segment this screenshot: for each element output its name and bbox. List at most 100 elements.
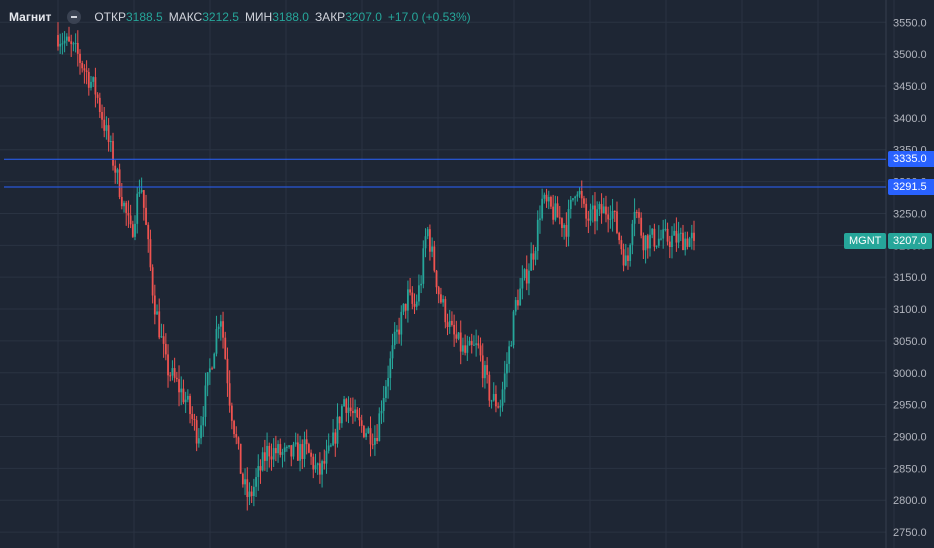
candle-body: [200, 425, 202, 439]
candle-body: [437, 287, 440, 295]
candle-body: [248, 491, 251, 498]
candle-body: [585, 203, 588, 219]
candle-body: [193, 418, 196, 421]
candle-body: [488, 374, 491, 401]
candle-body: [354, 409, 356, 414]
candle-body: [274, 448, 277, 454]
candle-body: [180, 388, 183, 393]
candle-body: [120, 196, 123, 207]
candle-body: [222, 321, 224, 338]
candle-body: [547, 197, 550, 202]
candle-body: [611, 211, 614, 219]
candle-body: [583, 198, 585, 204]
price-tick-label: 2800.0: [893, 495, 927, 507]
candle-body: [63, 40, 66, 44]
candle-body: [651, 228, 654, 235]
candle-body: [424, 236, 427, 249]
horizontal-line-price-label[interactable]: 3291.5: [888, 179, 934, 196]
candle-body: [572, 198, 574, 200]
candle-body: [690, 232, 693, 239]
candle-body: [171, 368, 174, 376]
candle-body: [455, 334, 458, 339]
candle-body: [506, 363, 508, 374]
candle-body: [655, 245, 658, 247]
candle-body: [98, 97, 101, 112]
candle-body: [116, 169, 119, 173]
collapse-legend-button[interactable]: [67, 10, 82, 24]
candle-body: [530, 253, 533, 271]
candle-body: [369, 428, 372, 445]
candle-body: [512, 311, 515, 346]
candle-body: [296, 442, 299, 461]
candle-body: [668, 241, 671, 248]
candle-body: [638, 212, 640, 218]
candle-body: [57, 35, 59, 47]
candle-body: [409, 289, 412, 293]
horizontal-line-price-label[interactable]: 3335.0: [888, 151, 934, 168]
price-tick-label: 3550.0: [893, 17, 927, 29]
candle-body: [307, 444, 310, 453]
candle-body: [140, 190, 143, 192]
candle-body: [508, 346, 511, 364]
candle-body: [616, 211, 618, 233]
candle-body: [162, 336, 165, 344]
candle-body: [288, 445, 290, 447]
candle-body: [301, 444, 304, 460]
candle-body: [624, 255, 627, 266]
candle-body: [431, 246, 434, 252]
candle-body: [327, 445, 330, 451]
candle-body: [362, 425, 365, 438]
price-chart[interactable]: 3550.03500.03450.03400.03350.03300.03250…: [0, 0, 934, 548]
candle-body: [349, 407, 352, 412]
candle-body: [468, 341, 471, 346]
candle-body: [543, 194, 546, 199]
candle-body: [305, 439, 308, 445]
candle-body: [246, 479, 249, 498]
candle-body: [380, 410, 383, 414]
candle-body: [446, 322, 449, 328]
candle-body: [561, 218, 563, 228]
candle-body: [673, 230, 676, 236]
candle-body: [426, 229, 429, 237]
candle-body: [65, 36, 68, 41]
candle-body: [230, 405, 233, 421]
price-tick-label: 3450.0: [893, 81, 927, 93]
price-tick-label: 3150.0: [893, 272, 927, 284]
candle-body: [693, 232, 695, 241]
candle-body: [211, 368, 213, 370]
candle-body: [321, 461, 323, 475]
candle-body: [499, 405, 502, 408]
candle-body: [389, 358, 392, 379]
candle-body: [607, 214, 610, 220]
candle-body: [688, 238, 691, 247]
candle-body: [239, 443, 242, 474]
candle-body: [457, 332, 460, 339]
candle-body: [682, 232, 684, 251]
candle-body: [279, 444, 282, 455]
candle-body: [633, 211, 636, 224]
candle-body: [589, 209, 592, 221]
candle-body: [613, 211, 616, 213]
candle-body: [539, 218, 541, 220]
candle-body: [400, 311, 403, 335]
candle-body: [422, 248, 425, 284]
candle-body: [81, 62, 84, 69]
candle-body: [173, 368, 176, 378]
candle-body: [521, 278, 524, 289]
candle-body: [497, 406, 500, 408]
candle-body: [208, 368, 211, 373]
candle-body: [156, 311, 158, 315]
candle-body: [167, 354, 169, 376]
candle-body: [76, 42, 79, 54]
candle-body: [479, 345, 482, 356]
candle-body: [576, 194, 579, 197]
open-label: ОТКР: [94, 10, 126, 24]
candle-body: [151, 267, 154, 296]
candle-body: [393, 331, 396, 346]
candle-body: [528, 270, 530, 284]
candle-body: [649, 234, 651, 249]
candle-body: [402, 303, 405, 312]
candle-body: [429, 229, 431, 252]
candle-body: [435, 270, 438, 288]
candle-body: [345, 399, 348, 413]
